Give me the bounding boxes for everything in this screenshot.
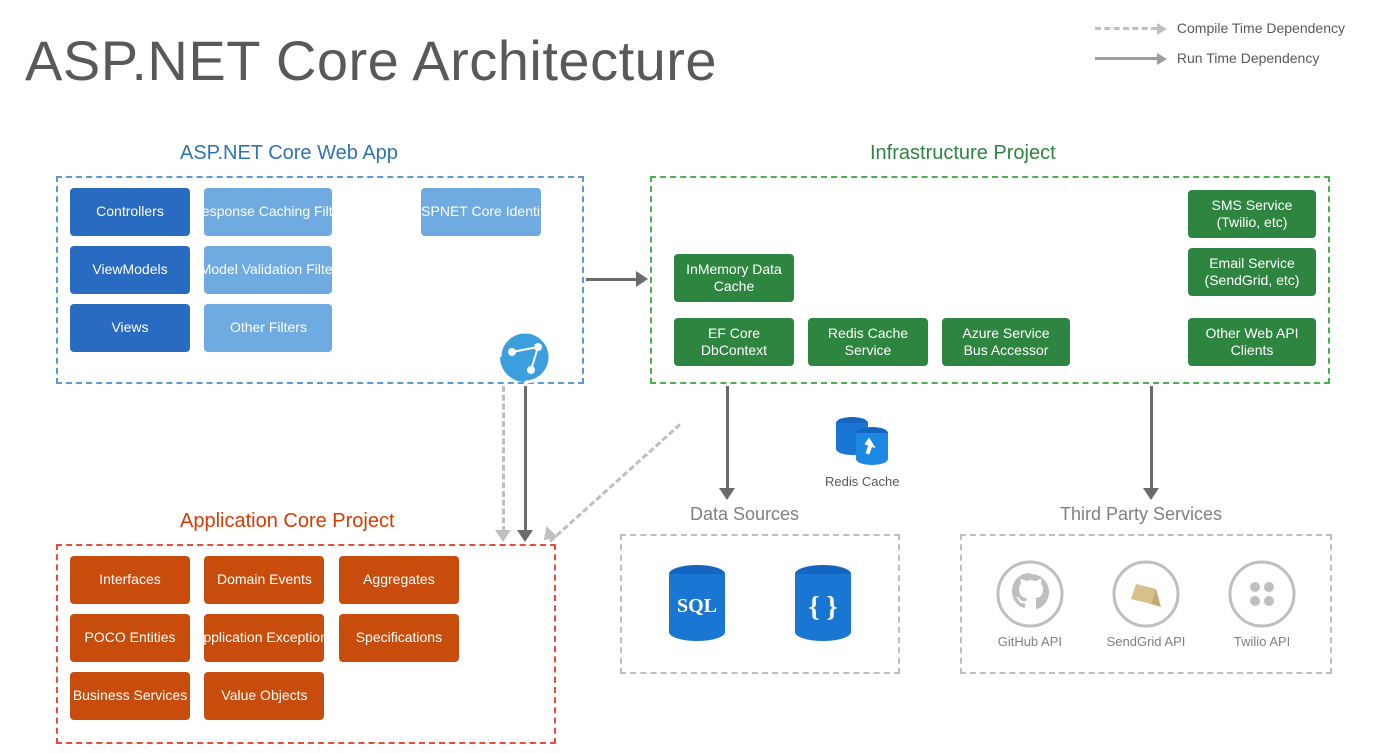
tile-domain-events: Domain Events <box>204 556 324 604</box>
sendgrid-api-item: SendGrid API <box>1107 559 1186 649</box>
tile-azure-service-bus: Azure Service Bus Accessor <box>942 318 1070 366</box>
arrow-head-icon <box>517 530 533 542</box>
legend-compile-row: Compile Time Dependency <box>1095 18 1345 38</box>
solid-arrow-icon <box>1095 57 1157 60</box>
tile-ef-dbcontext: EF Core DbContext <box>674 318 794 366</box>
twilio-api-label: Twilio API <box>1227 634 1297 649</box>
arrow-infra-to-thirdparty <box>1150 386 1153 490</box>
arrow-webapp-to-appcore <box>524 386 527 532</box>
arrow-infra-to-datasources <box>726 386 729 490</box>
tile-email-service: Email Service (SendGrid, etc) <box>1188 248 1316 296</box>
dashed-arrow-head-icon <box>495 530 511 542</box>
webapp-globe-icon <box>498 330 552 389</box>
json-database-icon: { } <box>788 569 858 639</box>
data-sources-title: Data Sources <box>690 504 799 525</box>
sendgrid-api-label: SendGrid API <box>1107 634 1186 649</box>
tile-response-caching: Response Caching Filter <box>204 188 332 236</box>
tile-aspnet-identity: ASPNET Core Identity <box>421 188 541 236</box>
tile-specifications: Specifications <box>339 614 459 662</box>
arrow-webapp-to-infra <box>586 278 636 281</box>
svg-text:{ }: { } <box>808 592 837 623</box>
tile-sms-service: SMS Service (Twilio, etc) <box>1188 190 1316 238</box>
tile-aggregates: Aggregates <box>339 556 459 604</box>
tile-other-web-api: Other Web API Clients <box>1188 318 1316 366</box>
dashed-arrow-icon <box>1095 27 1157 30</box>
tile-views: Views <box>70 304 190 352</box>
legend: Compile Time Dependency Run Time Depende… <box>1095 18 1345 78</box>
appcore-container: Interfaces Domain Events Aggregates POCO… <box>56 544 556 744</box>
dashed-arrow-infra-to-appcore <box>549 423 681 542</box>
third-party-title: Third Party Services <box>1060 504 1222 525</box>
dashed-arrow-head-icon <box>538 526 558 546</box>
arrow-head-icon <box>636 271 648 287</box>
redis-cache-icon: Redis Cache <box>825 415 899 489</box>
github-api-label: GitHub API <box>995 634 1065 649</box>
tile-poco-entities: POCO Entities <box>70 614 190 662</box>
infrastructure-container: SMS Service (Twilio, etc) InMemory Data … <box>650 176 1330 384</box>
github-api-item: GitHub API <box>995 559 1065 649</box>
legend-runtime-row: Run Time Dependency <box>1095 48 1345 68</box>
appcore-title: Application Core Project <box>180 510 395 533</box>
twilio-api-item: Twilio API <box>1227 559 1297 649</box>
sql-database-icon: SQL <box>662 569 732 639</box>
arrow-head-icon <box>719 488 735 500</box>
arrow-head-icon <box>1143 488 1159 500</box>
data-sources-container: SQL { } <box>620 534 900 674</box>
tile-controllers: Controllers <box>70 188 190 236</box>
tile-viewmodels: ViewModels <box>70 246 190 294</box>
github-icon <box>995 559 1065 629</box>
tile-other-filters: Other Filters <box>204 304 332 352</box>
webapp-title: ASP.NET Core Web App <box>180 142 398 165</box>
tile-app-exceptions: Application Exceptions <box>204 614 324 662</box>
tile-redis-cache-service: Redis Cache Service <box>808 318 928 366</box>
tile-interfaces: Interfaces <box>70 556 190 604</box>
legend-runtime-label: Run Time Dependency <box>1177 50 1319 66</box>
page-title: ASP.NET Core Architecture <box>25 28 717 93</box>
third-party-container: GitHub API SendGrid API Twilio API <box>960 534 1332 674</box>
legend-compile-label: Compile Time Dependency <box>1177 20 1345 36</box>
tile-model-validation: Model Validation Filter <box>204 246 332 294</box>
infrastructure-title: Infrastructure Project <box>870 142 1056 165</box>
svg-text:SQL: SQL <box>677 595 717 617</box>
tile-value-objects: Value Objects <box>204 672 324 720</box>
redis-cache-label: Redis Cache <box>825 474 899 489</box>
tile-business-services: Business Services <box>70 672 190 720</box>
dashed-arrow-webapp-to-appcore <box>502 386 505 532</box>
tile-inmemory-cache: InMemory Data Cache <box>674 254 794 302</box>
twilio-icon <box>1227 559 1297 629</box>
sendgrid-icon <box>1111 559 1181 629</box>
